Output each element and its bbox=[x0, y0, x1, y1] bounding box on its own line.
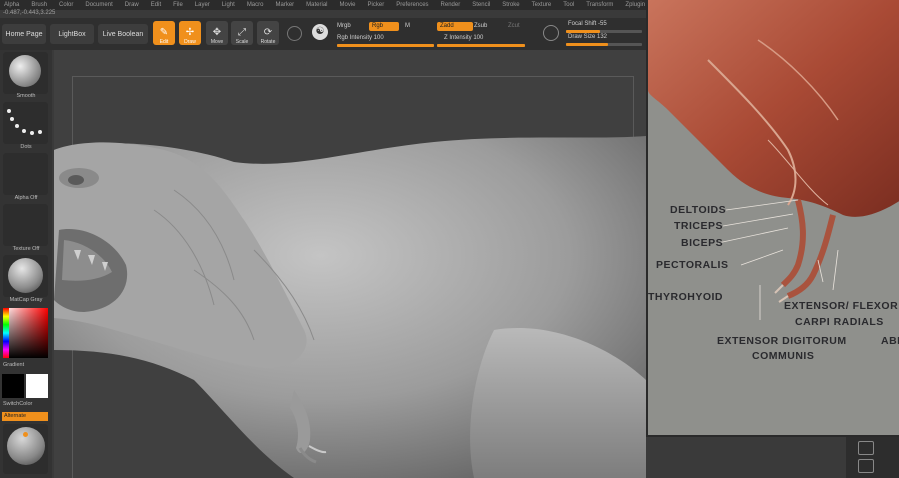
focal-shift-label[interactable]: Focal Shift -55 bbox=[568, 21, 607, 27]
alpha-label: Alpha Off bbox=[14, 195, 38, 201]
texture-label: Texture Off bbox=[12, 246, 40, 252]
label-extensor-flexor: EXTENSOR/ FLEXOR bbox=[784, 300, 899, 312]
menu-item[interactable]: Edit bbox=[151, 0, 161, 10]
m-toggle[interactable]: M bbox=[405, 23, 410, 29]
draw-label: Draw bbox=[184, 39, 196, 45]
brush-slot[interactable] bbox=[3, 52, 48, 94]
menu-item[interactable]: Stencil bbox=[472, 0, 490, 10]
lazy-mouse-icon[interactable]: ☯ bbox=[312, 24, 328, 40]
rgb-toggle[interactable]: Rgb bbox=[369, 22, 399, 31]
rgb-intensity-label[interactable]: Rgb Intensity 100 bbox=[337, 35, 384, 41]
anatomy-reference-image: DELTOIDS TRICEPS BICEPS PECTORALIS THYRO… bbox=[646, 0, 899, 437]
label-communis: COMMUNIS bbox=[752, 350, 815, 362]
move-label: Move bbox=[210, 39, 224, 45]
edit-icon: ✎ bbox=[159, 27, 169, 38]
z-intensity-label[interactable]: Z Intensity 100 bbox=[444, 35, 483, 41]
switch-color-button[interactable]: SwitchColor bbox=[3, 401, 55, 407]
lightbox-button[interactable]: LightBox bbox=[50, 24, 94, 44]
trex-sculpt bbox=[54, 136, 646, 478]
canvas-viewport[interactable] bbox=[54, 50, 646, 478]
dots-stroke-icon bbox=[7, 109, 42, 135]
menu-item[interactable]: Transform bbox=[586, 0, 613, 10]
label-carpi-radials: CARPI RADIALS bbox=[795, 316, 884, 328]
zcut-toggle[interactable]: Zcut bbox=[508, 23, 520, 29]
texture-slot[interactable] bbox=[3, 204, 48, 246]
menu-item[interactable]: Render bbox=[441, 0, 461, 10]
right-shelf bbox=[846, 437, 899, 478]
menu-item[interactable]: Draw bbox=[125, 0, 139, 10]
spotlight-icon[interactable] bbox=[287, 26, 302, 41]
matcap-gray-icon bbox=[8, 258, 43, 293]
label-pectoralis: PECTORALIS bbox=[656, 259, 729, 271]
menu-item[interactable]: Layer bbox=[195, 0, 210, 10]
menu-item[interactable]: Movie bbox=[340, 0, 356, 10]
menu-item[interactable]: Color bbox=[59, 0, 73, 10]
label-deltoids: DELTOIDS bbox=[670, 204, 727, 216]
menu-item[interactable]: Zplugin bbox=[625, 0, 645, 10]
menu-item[interactable]: Marker bbox=[275, 0, 294, 10]
menu-item[interactable]: Preferences bbox=[396, 0, 428, 10]
rotate-button[interactable]: ⟳ Rotate bbox=[257, 21, 279, 45]
rotate-icon: ⟳ bbox=[263, 27, 273, 38]
left-shelf: Smooth Dots Alpha Off Texture Off MatCap… bbox=[0, 50, 52, 478]
label-thyrohyoid: THYROHYOID bbox=[648, 291, 724, 303]
menu-item[interactable]: Brush bbox=[31, 0, 47, 10]
tool-indicator-dot bbox=[23, 432, 28, 437]
scale-label: Scale bbox=[235, 39, 249, 45]
draw-button[interactable]: ✢ Draw bbox=[179, 21, 201, 45]
label-triceps: TRICEPS bbox=[674, 220, 724, 232]
z-intensity-slider[interactable] bbox=[437, 44, 525, 47]
menu-item[interactable]: Material bbox=[306, 0, 327, 10]
live-boolean-button[interactable]: Live Boolean bbox=[98, 24, 148, 44]
label-biceps: BICEPS bbox=[681, 237, 724, 249]
draw-size-slider[interactable] bbox=[566, 43, 642, 46]
menu-item[interactable]: Macro bbox=[247, 0, 264, 10]
rgb-intensity-slider[interactable] bbox=[337, 44, 434, 47]
menu-item[interactable]: Document bbox=[85, 0, 112, 10]
tool-slot[interactable] bbox=[3, 424, 48, 474]
smooth-brush-icon bbox=[9, 55, 41, 87]
edit-button[interactable]: ✎ Edit bbox=[153, 21, 175, 45]
material-slot[interactable] bbox=[3, 255, 48, 297]
gradient-label: Gradient bbox=[3, 362, 25, 368]
edit-label: Edit bbox=[159, 39, 169, 45]
stroke-slot[interactable] bbox=[3, 102, 48, 144]
zadd-toggle[interactable]: Zadd bbox=[437, 22, 473, 31]
material-label: MatCap Gray bbox=[9, 297, 43, 303]
muscle-illustration bbox=[648, 0, 899, 435]
focal-icon bbox=[543, 25, 559, 41]
mrgb-toggle[interactable]: Mrgb bbox=[337, 23, 351, 29]
menu-item[interactable]: Alpha bbox=[4, 0, 19, 10]
draw-icon: ✢ bbox=[185, 27, 195, 38]
main-color-swatch[interactable] bbox=[2, 374, 24, 398]
brush-label: Smooth bbox=[16, 93, 36, 99]
menu-item[interactable]: Stroke bbox=[502, 0, 519, 10]
home-page-button[interactable]: Home Page bbox=[2, 24, 46, 44]
rotate-label: Rotate bbox=[260, 39, 276, 45]
alpha-slot[interactable] bbox=[3, 153, 48, 195]
grid-icon[interactable] bbox=[858, 459, 874, 473]
zsub-toggle[interactable]: Zsub bbox=[474, 23, 487, 29]
draw-size-label[interactable]: Draw Size 132 bbox=[568, 34, 607, 40]
menu-item[interactable]: File bbox=[173, 0, 183, 10]
menu-item[interactable]: Picker bbox=[368, 0, 385, 10]
move-button[interactable]: ✥ Move bbox=[206, 21, 228, 45]
alternate-button[interactable]: Alternate bbox=[2, 412, 48, 421]
scale-button[interactable]: ⤢ Scale bbox=[231, 21, 253, 45]
scale-icon: ⤢ bbox=[238, 27, 246, 38]
menu-item[interactable]: Tool bbox=[563, 0, 574, 10]
hue-strip[interactable] bbox=[3, 308, 9, 358]
color-picker[interactable] bbox=[3, 308, 48, 358]
coordinates-readout: -0.487,-0.443,3.225 bbox=[3, 10, 56, 16]
menu-item[interactable]: Texture bbox=[532, 0, 552, 10]
focal-shift-slider[interactable] bbox=[566, 30, 642, 33]
secondary-color-swatch[interactable] bbox=[26, 374, 48, 398]
label-extensor-digitorum: EXTENSOR DIGITORUM bbox=[717, 335, 847, 347]
viewport-icon[interactable] bbox=[858, 441, 874, 455]
label-abi: ABI bbox=[881, 335, 899, 347]
menu-item[interactable]: Light bbox=[222, 0, 235, 10]
stroke-label: Dots bbox=[20, 144, 32, 150]
move-icon: ✥ bbox=[212, 27, 222, 38]
